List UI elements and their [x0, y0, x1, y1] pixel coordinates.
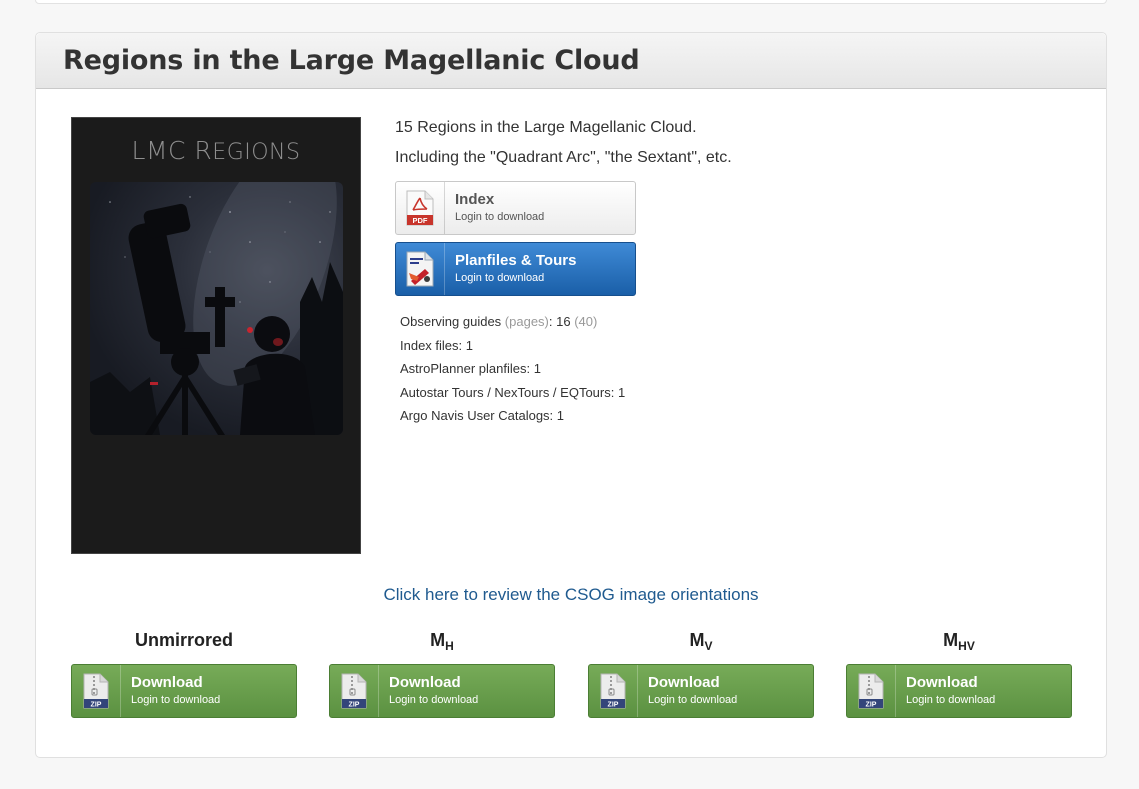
image-orientations-link[interactable]: Click here to review the CSOG image orie… [36, 585, 1106, 605]
product-panel: Regions in the Large Magellanic Cloud LM… [35, 32, 1107, 758]
download-mv-button[interactable]: ZIP Download Login to download [588, 664, 814, 718]
stat-index-files: Index files: 1 [400, 337, 474, 353]
pdf-icon: PDF [406, 190, 434, 226]
svg-text:PDF: PDF [413, 216, 428, 225]
zip-file-icon: ZIP [341, 673, 367, 709]
download-mh-button[interactable]: ZIP Download Login to download [329, 664, 555, 718]
download-column-mv: MV ZIP Download Login to download [588, 630, 814, 718]
telescope-night-photo [90, 182, 343, 435]
index-button-sublabel: Login to download [455, 211, 545, 223]
telescope-silhouette-icon [90, 182, 343, 435]
orientation-label: MHV [943, 630, 975, 653]
stat-astroplanner-planfiles: AstroPlanner planfiles: 1 [400, 361, 541, 376]
svg-text:ZIP: ZIP [866, 702, 877, 709]
zip-file-icon: ZIP [858, 673, 884, 709]
download-column-mh: MH ZIP Download Login to download [329, 630, 555, 718]
description-line-1: 15 Regions in the Large Magellanic Cloud… [395, 119, 697, 136]
stat-argo-navis-catalogs: Argo Navis User Catalogs: 1 [400, 408, 565, 423]
download-mhv-button[interactable]: ZIP Download Login to download [846, 664, 1072, 718]
planfiles-button-sublabel: Login to download [455, 272, 545, 284]
product-stats: Observing guides (pages): 16 (40) Index … [400, 310, 625, 428]
svg-text:ZIP: ZIP [349, 702, 360, 709]
stat-autostar-tours: Autostar Tours / NexTours / EQTours: 1 [400, 384, 626, 400]
description-line-2: Including the "Quadrant Arc", "the Sexta… [395, 149, 732, 166]
orientation-label: MV [689, 630, 713, 653]
page-title: Regions in the Large Magellanic Cloud [63, 45, 640, 76]
previous-card [35, 0, 1107, 4]
zip-file-icon: ZIP [83, 673, 109, 709]
zip-file-icon: ZIP [600, 673, 626, 709]
index-download-button[interactable]: PDF Index Login to download [395, 181, 636, 235]
download-unmirrored-button[interactable]: ZIP Download Login to download [71, 664, 297, 718]
planfiles-button-label: Planfiles & Tours [455, 252, 577, 269]
guide-cover-image: LMC REGIONS [71, 117, 361, 554]
stat-observing-guides: Observing guides (pages): 16 (40) [400, 314, 598, 329]
product-description: 15 Regions in the Large Magellanic Cloud… [395, 113, 732, 173]
download-column-mhv: MHV ZIP Download Login to download [846, 630, 1072, 718]
svg-text:ZIP: ZIP [91, 702, 102, 709]
planfiles-tours-download-button[interactable]: Planfiles & Tours Login to download [395, 242, 636, 296]
orientation-label: Unmirrored [134, 630, 233, 650]
orientation-label: MH [430, 630, 454, 653]
cover-title: LMC REGIONS [131, 136, 301, 165]
svg-text:ZIP: ZIP [608, 702, 619, 709]
download-column-unmirrored: Unmirrored ZIP Download Login to downloa… [71, 630, 297, 718]
planfile-icon [406, 251, 434, 287]
index-button-label: Index [455, 191, 495, 208]
panel-header: Regions in the Large Magellanic Cloud [36, 33, 1106, 89]
